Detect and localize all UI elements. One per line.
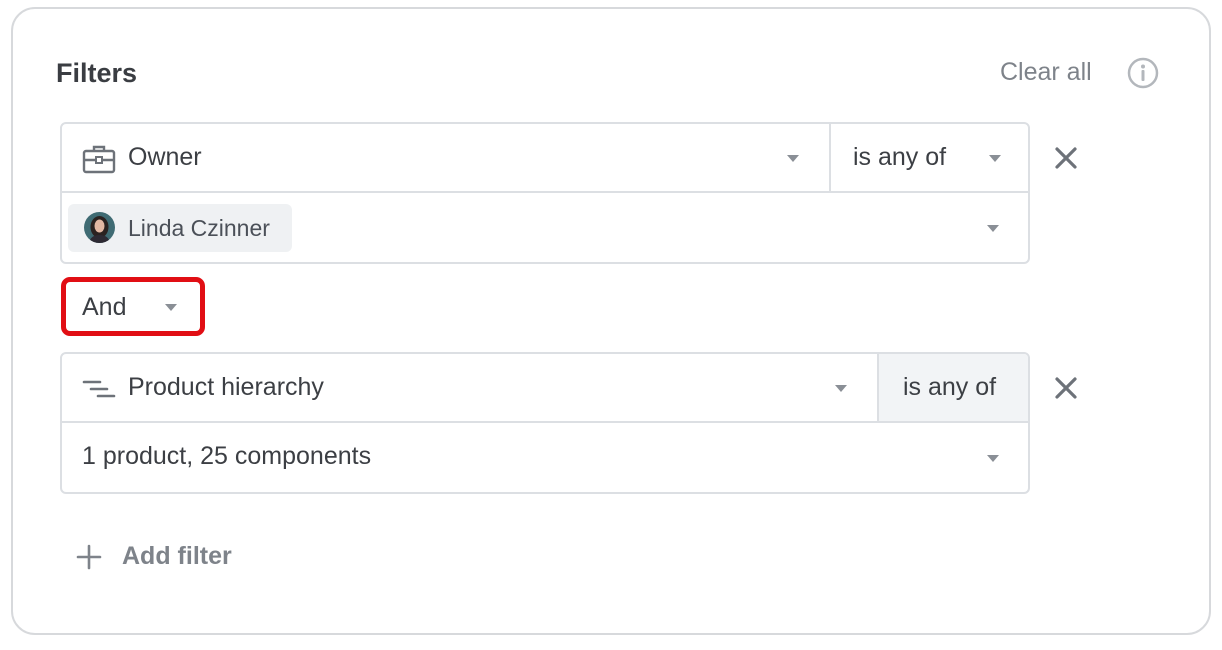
chevron-down-icon (835, 385, 847, 392)
field-label: Product hierarchy (128, 373, 324, 401)
hierarchy-icon (82, 380, 116, 398)
field-select-owner[interactable]: Owner (62, 124, 829, 191)
briefcase-icon (82, 145, 116, 174)
operator-label: is any of (903, 373, 997, 401)
conjunction-select[interactable]: And (61, 277, 205, 336)
conjunction-label: And (82, 293, 127, 321)
filter-condition-row: Owner is any of (62, 124, 1028, 193)
chevron-down-icon (987, 225, 999, 232)
filter-product-hierarchy: Product hierarchy is any of 1 product, 2… (60, 352, 1030, 494)
operator-label: is any of (853, 143, 947, 171)
info-icon[interactable] (1127, 57, 1159, 89)
value-select-product-hierarchy[interactable]: 1 product, 25 components (62, 423, 1028, 492)
avatar (84, 212, 115, 243)
chevron-down-icon (787, 155, 799, 162)
remove-filter-icon[interactable] (1053, 375, 1079, 401)
plus-icon (76, 544, 102, 570)
clear-all-button[interactable]: Clear all (1000, 58, 1092, 87)
remove-filter-icon[interactable] (1053, 145, 1079, 171)
field-label: Owner (128, 143, 202, 171)
chevron-down-icon (989, 155, 1001, 162)
value-text: 1 product, 25 components (82, 442, 372, 470)
panel-title: Filters (56, 58, 138, 88)
filters-panel: Filters Clear all Owner is any of Linda … (11, 7, 1211, 635)
operator-select[interactable]: is any of (877, 354, 1028, 421)
chip-label: Linda Czinner (128, 215, 270, 241)
chevron-down-icon (987, 455, 999, 462)
chevron-down-icon (165, 304, 177, 311)
operator-select[interactable]: is any of (829, 124, 1028, 191)
add-filter-label: Add filter (122, 542, 232, 570)
filter-condition-row: Product hierarchy is any of (62, 354, 1028, 423)
field-select-product-hierarchy[interactable]: Product hierarchy (62, 354, 877, 421)
value-select-owner[interactable]: Linda Czinner (62, 193, 1028, 262)
user-chip[interactable]: Linda Czinner (68, 204, 292, 252)
add-filter-button[interactable]: Add filter (76, 538, 246, 574)
filter-owner: Owner is any of Linda Czinner (60, 122, 1030, 264)
